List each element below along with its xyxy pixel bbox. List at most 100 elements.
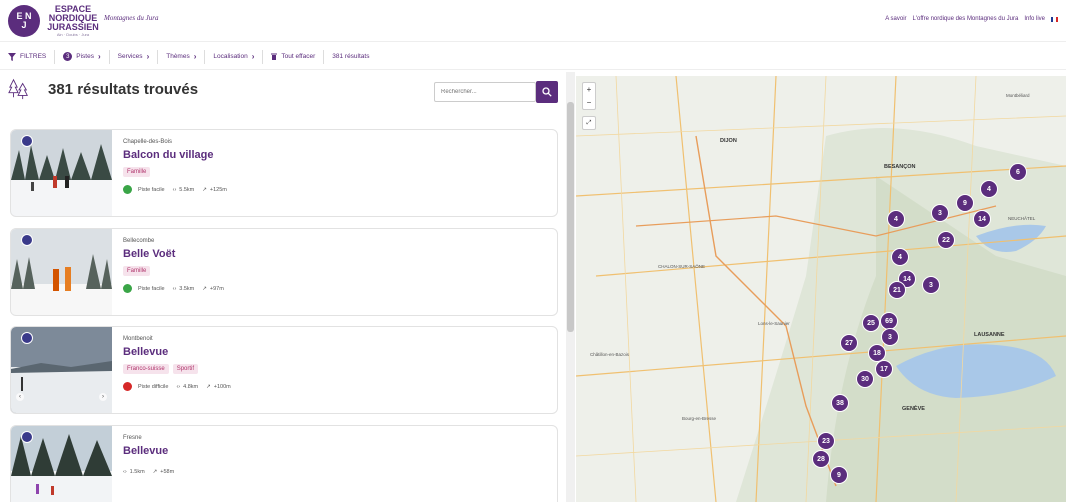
map-cluster-marker[interactable]: 6 (1009, 163, 1027, 181)
trail-name[interactable]: Balcon du village (123, 149, 227, 161)
trail-card[interactable]: Fresne Bellevue ‹› 1.5km ↗ +58m (10, 425, 558, 502)
trail-location: Montbenoit (123, 336, 153, 342)
results-list-pane: 381 résultats trouvés Chapelle-des-Bois … (0, 72, 566, 502)
map-view[interactable]: + − ⤢ DIJON BESANÇON LAUSANNE GENÈVE NEU… (576, 76, 1066, 502)
map-cluster-marker[interactable]: 30 (856, 370, 874, 388)
filter-pistes[interactable]: 3 Pistes › (55, 49, 110, 64)
card-body: Fresne Bellevue ‹› 1.5km ↗ +58m (123, 435, 174, 475)
difficulty-label: Piste difficile (138, 383, 169, 390)
elevation: ↗ +125m (202, 187, 227, 193)
photo-prev-icon[interactable]: ‹ (16, 393, 24, 401)
map-cluster-marker[interactable]: 17 (875, 360, 893, 378)
elevation: ↗ +97m (202, 286, 224, 292)
scrollbar-thumb[interactable] (567, 102, 574, 332)
trail-tags: Famille (123, 167, 227, 177)
trail-name[interactable]: Bellevue (123, 346, 231, 358)
map-cluster-marker[interactable]: 3 (922, 276, 940, 294)
difficulty-label: Piste facile (138, 285, 165, 292)
map-city-label: DIJON (720, 138, 737, 144)
map-cluster-marker[interactable]: 3 (881, 328, 899, 346)
chevron-right-icon: › (97, 52, 101, 61)
filter-localisation[interactable]: Localisation › (205, 49, 264, 64)
zoom-in-button[interactable]: + (583, 83, 595, 96)
elevation-value: +100m (213, 383, 231, 390)
zoom-out-button[interactable]: − (583, 96, 595, 109)
filter-localisation-label: Localisation (213, 53, 248, 60)
distance-value: 4.8km (183, 383, 199, 390)
distance-icon: ‹› (176, 383, 181, 390)
link-info-live[interactable]: Info live (1024, 16, 1045, 22)
map-cluster-marker[interactable]: 4 (887, 210, 905, 228)
trail-card[interactable]: Chapelle-des-Bois Balcon du village Fami… (10, 129, 558, 217)
elevation: ↗ +58m (153, 469, 175, 475)
trail-name[interactable]: Bellevue (123, 445, 174, 457)
clear-filters-button[interactable]: Tout effacer (263, 49, 325, 64)
search-button[interactable] (536, 81, 558, 103)
map-cluster-marker[interactable]: 4 (891, 248, 909, 266)
filter-pistes-label: Pistes (76, 53, 94, 60)
list-scrollbar[interactable] (566, 72, 575, 502)
map-cluster-marker[interactable]: 27 (840, 334, 858, 352)
map-cluster-marker[interactable]: 9 (830, 466, 848, 484)
trail-tags: Franco-suisse Sportif (123, 364, 231, 374)
partner-logo[interactable]: Montagnes du Jura (104, 14, 158, 22)
trail-name[interactable]: Belle Voët (123, 248, 224, 260)
difficulty-dot-icon (123, 284, 132, 293)
difficulty-label: Piste facile (138, 186, 165, 193)
language-flag-icon[interactable] (1051, 16, 1058, 22)
elevation-icon: ↗ (206, 383, 211, 390)
map-city-label: LAUSANNE (974, 332, 1005, 338)
brand-wordmark[interactable]: ESPACE NORDIQUE JURASSIEN Ain · Doubs · … (44, 5, 102, 38)
map-cluster-marker[interactable]: 3 (931, 204, 949, 222)
search-icon (542, 87, 552, 97)
map-cluster-marker[interactable]: 28 (812, 450, 830, 468)
search-input[interactable] (434, 82, 536, 102)
fullscreen-icon[interactable]: ⤢ (582, 116, 596, 130)
map-cluster-marker[interactable]: 38 (831, 394, 849, 412)
logo-initials-bottom: J (21, 20, 27, 30)
filter-themes[interactable]: Thèmes › (158, 49, 206, 64)
results-header: 381 résultats trouvés (8, 78, 198, 100)
trail-tag: Famille (123, 266, 151, 276)
elevation-icon: ↗ (202, 186, 207, 193)
map-cluster-marker[interactable]: 9 (956, 194, 974, 212)
trail-tag: Franco-suisse (123, 364, 169, 374)
filters-toggle[interactable]: FILTRES (0, 49, 56, 64)
card-body: Chapelle-des-Bois Balcon du village Fami… (123, 139, 227, 194)
trail-location: Bellecombe (123, 238, 155, 244)
trail-card[interactable]: Bellecombe Belle Voët Famille Piste faci… (10, 228, 558, 316)
trash-icon (271, 53, 278, 60)
trail-type-icon (21, 332, 33, 344)
photo-next-icon[interactable]: › (99, 393, 107, 401)
filter-services[interactable]: Services › (110, 49, 159, 64)
map-cluster-marker[interactable]: 23 (817, 432, 835, 450)
distance-value: 1.5km (129, 469, 145, 475)
map-cluster-marker[interactable]: 4 (980, 180, 998, 198)
map-cluster-marker[interactable]: 22 (937, 231, 955, 249)
distance: ‹› 3.5km (173, 286, 195, 292)
map-city-label: Châtillon-en-Bazois (590, 352, 630, 357)
trail-type-icon (21, 431, 33, 443)
elevation-icon: ↗ (152, 469, 158, 475)
difficulty-badge: Piste facile (123, 185, 165, 194)
map-cluster-marker[interactable]: 21 (888, 281, 906, 299)
logo-tagline: Ain · Doubs · Jura (56, 32, 90, 37)
map-cluster-marker[interactable]: 25 (862, 314, 880, 332)
trail-meta: ‹› 1.5km ↗ +58m (123, 469, 174, 475)
brand-logo[interactable]: E N J (8, 5, 40, 37)
distance-icon: ‹› (123, 469, 127, 475)
map-cluster-marker[interactable]: 14 (973, 210, 991, 228)
filter-themes-label: Thèmes (166, 53, 190, 60)
trail-type-icon (21, 135, 33, 147)
top-header: E N J ESPACE NORDIQUE JURASSIEN Ain · Do… (0, 0, 1066, 42)
link-offre-nordique[interactable]: L'offre nordique des Montagnes du Jura (913, 16, 1019, 22)
link-a-savoir[interactable]: A savoir (885, 16, 906, 22)
trail-meta: Piste facile ‹› 3.5km ↗ +97m (123, 284, 224, 293)
logo-line-3: JURASSIEN (47, 22, 99, 32)
chevron-right-icon: › (193, 52, 197, 61)
trail-card[interactable]: ‹ › Montbenoit Bellevue Franco-suisse Sp… (10, 326, 558, 414)
distance: ‹› 1.5km (123, 469, 145, 475)
elevation: ↗ +100m (206, 384, 231, 390)
trees-icon (8, 78, 28, 100)
trail-meta: Piste difficile ‹› 4.8km ↗ +100m (123, 382, 231, 391)
